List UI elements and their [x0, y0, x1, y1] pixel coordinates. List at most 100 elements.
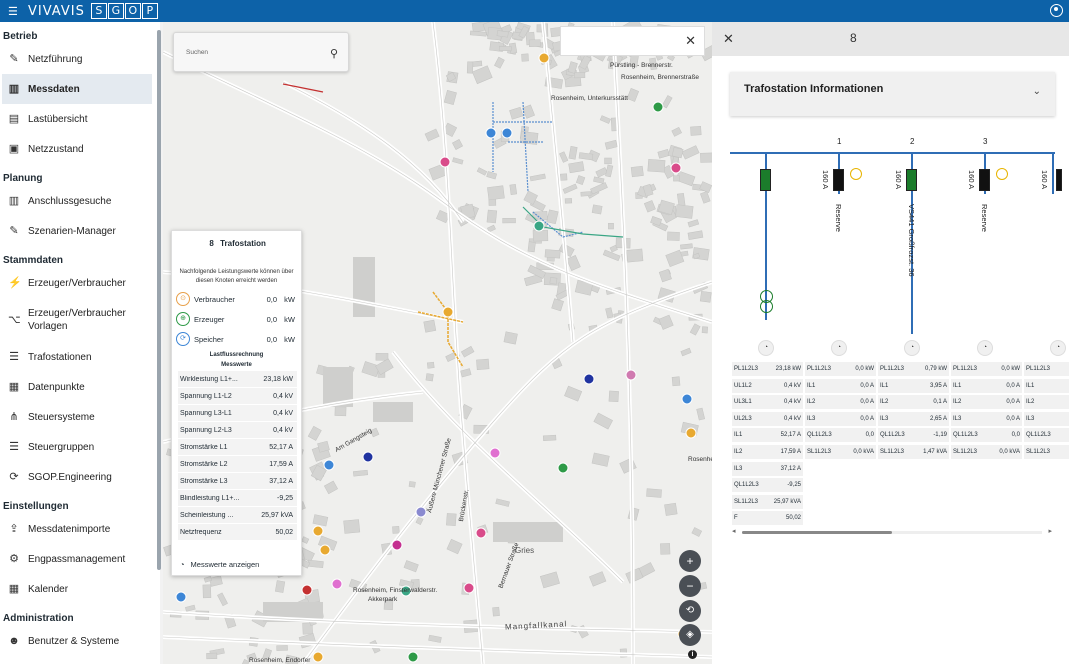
station-marker	[415, 506, 427, 518]
meter-icon[interactable]: ◔	[758, 340, 774, 356]
map-street	[391, 350, 625, 584]
search-box[interactable]: Suchen ⚲	[173, 32, 349, 72]
table-key: UL1L2	[734, 382, 752, 389]
collapse-menu-icon[interactable]: ☰	[8, 5, 22, 18]
map-building	[532, 229, 549, 242]
map-building	[423, 319, 437, 333]
chevron-down-icon[interactable]: ⌄	[1033, 86, 1041, 97]
sidebar-item-erzeuger-verbraucher-vorlagen[interactable]: ⌥ Erzeuger/Verbraucher Vorlagen	[0, 298, 160, 342]
measurement-name: Scheinleistung ...	[180, 511, 234, 519]
table-key: IL3	[807, 415, 816, 422]
table-value: -9,25	[787, 482, 801, 489]
table-row: PL1L2L3 0,0 kW	[805, 362, 876, 376]
close-panel-icon[interactable]: ✕	[723, 31, 734, 47]
map-building	[604, 157, 612, 165]
measurement-value: 25,97 kVA	[261, 511, 293, 519]
map-building	[521, 53, 529, 62]
meter-icon[interactable]: ◔	[977, 340, 993, 356]
station-marker	[442, 306, 454, 318]
close-icon[interactable]: ✕	[685, 33, 696, 49]
measurement-value: 50,02	[275, 528, 293, 536]
search-input[interactable]: Suchen	[186, 49, 208, 56]
sidebar-item-trafostationen[interactable]: ☰ Trafostationen	[0, 342, 160, 372]
sidebar-item-szenarien-manager[interactable]: ✎ Szenarien-Manager	[0, 216, 160, 246]
reset-view-button[interactable]: ⟲	[679, 600, 701, 622]
table-value: 0,0 A	[1006, 382, 1020, 389]
trafostation-icon: 8	[850, 31, 857, 45]
table-value: 23,18 kW	[775, 366, 801, 372]
horizontal-scrollbar[interactable]: ◂ ▸	[732, 528, 1052, 536]
sidebar-item-netzf-hrung[interactable]: ✎ Netzführung	[0, 44, 160, 74]
main-fuse[interactable]	[760, 169, 771, 191]
table-row: IL2	[1024, 395, 1069, 410]
trafostation-info-card[interactable]: Trafostation Informationen ⌄	[730, 72, 1055, 116]
map-building	[217, 592, 228, 607]
user-account-icon[interactable]	[1050, 4, 1063, 17]
sidebar-section-title: Betrieb	[3, 31, 38, 42]
map-building	[428, 634, 442, 643]
fuse-reserve[interactable]	[979, 169, 990, 191]
map-building	[503, 331, 518, 345]
fuse-reserve[interactable]	[1056, 169, 1062, 191]
zoom-out-button[interactable]: −	[679, 575, 701, 597]
show-measurements-button[interactable]: ◔ Messwerte anzeigen	[180, 560, 259, 569]
measurement-table: PL1L2L3 0,79 kW IL1 3,95 A IL2 0,1 A IL3 2,65 A…	[878, 362, 949, 462]
fuse-label: 160 A	[821, 170, 830, 190]
zoom-in-button[interactable]: +	[679, 550, 701, 572]
scroll-right-icon[interactable]: ▸	[1048, 527, 1052, 535]
map-view[interactable]: Suchen ⚲ ✕ Pürstling - Brennerstr. Rosenh…	[163, 22, 712, 664]
fuse-active[interactable]	[906, 169, 917, 191]
sidebar-item-anschlussgesuche[interactable]: ▥ Anschlussgesuche	[0, 186, 160, 216]
sidebar-item-engpassmanagement[interactable]: ⚙ Engpassmanagement	[0, 544, 160, 574]
sidebar-scrollbar[interactable]	[157, 30, 161, 570]
table-key: QL1L2L3	[953, 432, 978, 439]
map-building	[519, 131, 539, 145]
sidebar-item-label: Kalender	[28, 583, 69, 595]
info-icon[interactable]: i	[688, 650, 697, 659]
map-building	[646, 488, 662, 498]
sidebar-item-erzeuger-verbraucher[interactable]: ⚡ Erzeuger/Verbraucher	[0, 268, 160, 298]
sidebar-item-benutzer-systeme[interactable]: ☻ Benutzer & Systeme	[0, 626, 160, 656]
sidebar-item-steuersysteme[interactable]: ⋔ Steuersysteme	[0, 402, 160, 432]
table-row: IL3 0,0 A	[805, 411, 876, 426]
map-building	[408, 481, 416, 488]
power-row-value: 0,0	[266, 334, 277, 344]
scroll-left-icon[interactable]: ◂	[732, 527, 736, 535]
table-key: PL1L2L3	[880, 366, 905, 372]
map-overlay-box: ✕	[560, 26, 705, 56]
table-key: IL1	[807, 382, 816, 389]
map-street	[163, 610, 712, 634]
sidebar-item-datenpunkte[interactable]: ▦ Datenpunkte	[0, 372, 160, 402]
map-building	[626, 88, 640, 102]
sidebar-item-netzzustand[interactable]: ▣ Netzzustand	[0, 134, 160, 164]
fuse-reserve[interactable]	[833, 169, 844, 191]
table-row: IL3 2,65 A	[878, 411, 949, 426]
layers-button[interactable]: ◈	[679, 624, 701, 646]
switch-ring	[996, 168, 1008, 180]
sidebar-item-sgop-engineering[interactable]: ⟳ SGOP.Engineering	[0, 462, 160, 492]
sidebar-item-kalender[interactable]: ▦ Kalender	[0, 574, 160, 604]
sidebar-item-steuergruppen[interactable]: ☰ Steuergruppen	[0, 432, 160, 462]
station-marker	[407, 651, 419, 663]
station-marker	[463, 582, 475, 594]
meter-icon[interactable]: ◔	[904, 340, 920, 356]
meter-icon[interactable]: ◔	[831, 340, 847, 356]
map-building	[323, 480, 338, 495]
table-value: 0,0 kW	[1001, 366, 1020, 372]
table-key: IL2	[1026, 399, 1035, 406]
map-building	[312, 514, 329, 527]
sidebar-item-messdaten[interactable]: ▥ Messdaten	[2, 74, 152, 104]
sidebar-item-last-bersicht[interactable]: ▤ Lastübersicht	[0, 104, 160, 134]
meter-icon[interactable]: ◔	[1050, 340, 1066, 356]
sidebar-item-messdatenimporte[interactable]: ⇪ Messdatenimporte	[0, 514, 160, 544]
measurement-row: Blindleistung L1+... -9,25	[178, 490, 297, 506]
map-building	[542, 434, 557, 441]
gear-icon: ⚙	[9, 553, 19, 565]
search-icon[interactable]: ⚲	[330, 47, 338, 60]
map-building	[274, 580, 286, 593]
table-key: QL1L2L3	[807, 432, 832, 439]
measurement-value: -9,25	[277, 494, 293, 502]
table-row: IL2 0,0 A	[805, 395, 876, 410]
scroll-thumb[interactable]	[742, 531, 892, 534]
map-icon: ▥	[8, 83, 20, 95]
